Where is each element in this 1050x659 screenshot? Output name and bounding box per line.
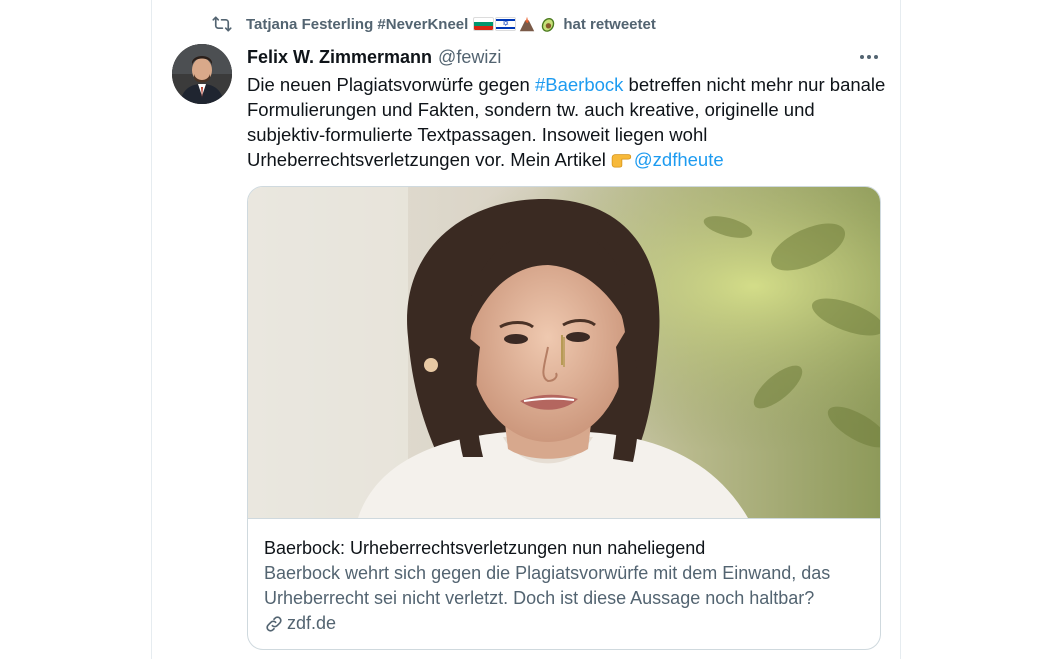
more-button[interactable] — [852, 44, 886, 70]
link-icon — [264, 614, 284, 634]
tweet-text-part: Die neuen Plagiatsvorwürfe gegen — [247, 74, 535, 95]
mention-link[interactable]: @zdfheute — [634, 149, 724, 170]
more-icon — [860, 55, 878, 59]
retweet-context[interactable]: Tatjana Festerling #NeverKneel ✡ hat ret… — [210, 12, 656, 36]
avatar[interactable] — [172, 44, 232, 104]
retweeter-emoji: ✡ — [473, 15, 557, 33]
bulgaria-flag-icon — [473, 17, 495, 31]
card-body: Baerbock: Urheberrechtsverletzungen nun … — [264, 536, 864, 636]
retweet-suffix: hat retweetet — [563, 15, 656, 33]
israel-flag-icon: ✡ — [495, 17, 517, 31]
author-handle[interactable]: @fewizi — [438, 47, 501, 68]
card-title: Baerbock: Urheberrechtsverletzungen nun … — [264, 538, 706, 558]
timeline-column: Tatjana Festerling #NeverKneel ✡ hat ret… — [151, 0, 901, 659]
card-description: Baerbock wehrt sich gegen die Plagiatsvo… — [264, 563, 831, 608]
retweet-icon — [210, 12, 234, 36]
volcano-icon — [520, 16, 535, 32]
tweet-header: Felix W. Zimmermann @fewizi — [247, 44, 501, 70]
pointing-right-icon — [611, 154, 632, 168]
card-domain-text: zdf.de — [287, 613, 337, 633]
retweeter-name[interactable]: Tatjana Festerling #NeverKneel — [246, 16, 468, 33]
card-domain: zdf.de — [264, 611, 864, 636]
hashtag-link[interactable]: #Baerbock — [535, 74, 623, 95]
avocado-icon — [542, 18, 555, 32]
author-name[interactable]: Felix W. Zimmermann — [247, 47, 432, 68]
card-image[interactable] — [248, 187, 880, 519]
link-card[interactable]: Baerbock: Urheberrechtsverletzungen nun … — [247, 186, 881, 650]
tweet-text: Die neuen Plagiatsvorwürfe gegen #Baerbo… — [247, 72, 887, 172]
